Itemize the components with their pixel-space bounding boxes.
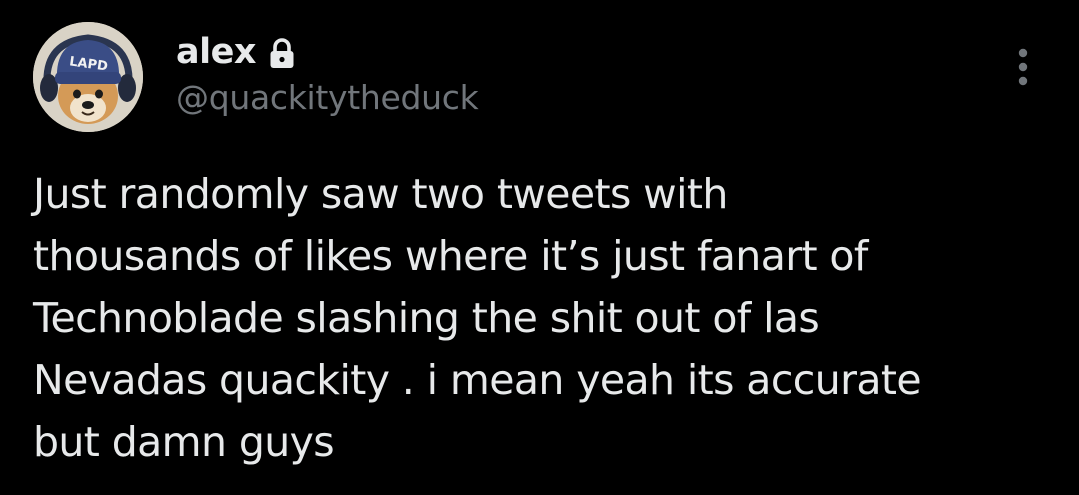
more-vertical-icon — [1018, 48, 1028, 86]
lock-icon — [268, 38, 296, 70]
display-name-row: alex — [176, 26, 478, 78]
author-info: alex @quackitytheduck — [176, 26, 479, 117]
tweet-text: Just randomly saw two tweets with thousa… — [33, 170, 922, 466]
display-name[interactable]: alex — [176, 32, 256, 72]
more-options-button[interactable] — [1003, 45, 1043, 89]
handle[interactable]: @quackitytheduck — [176, 78, 479, 117]
tweet[interactable]: LAPD alex @quackitytheduck Just randomly… — [0, 0, 1079, 495]
avatar[interactable]: LAPD — [33, 22, 143, 132]
dog-avatar-icon: LAPD — [33, 22, 143, 132]
